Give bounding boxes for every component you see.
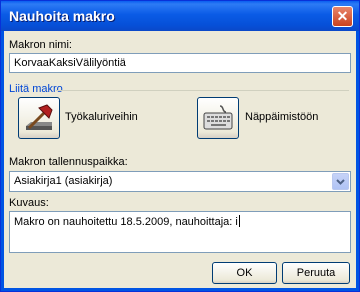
store-macro-value: Asiakirja1 (asiakirja) — [14, 175, 113, 187]
chevron-down-icon — [336, 179, 345, 185]
assign-keyboard-button[interactable] — [197, 97, 239, 139]
close-button[interactable]: ✕ — [332, 6, 353, 27]
description-text: Makro on nauhoitettu 18.5.2009, nauhoitt… — [14, 216, 238, 228]
assign-macro-group-title: Liitä makro — [9, 83, 63, 95]
store-macro-select[interactable]: Asiakirja1 (asiakirja) — [9, 171, 351, 192]
cancel-button[interactable]: Peruuta — [282, 262, 350, 284]
store-macro-label: Makron tallennuspaikka: — [9, 156, 128, 168]
close-icon: ✕ — [336, 8, 349, 24]
group-divider — [56, 90, 349, 91]
dialog-body: Makron nimi: KorvaaKaksiVälilyöntiä Liit… — [4, 31, 356, 288]
dialog-title: Nauhoita makro — [9, 8, 115, 24]
dropdown-button[interactable] — [332, 173, 349, 190]
description-label: Kuvaus: — [9, 197, 49, 209]
macro-name-input[interactable]: KorvaaKaksiVälilyöntiä — [9, 53, 351, 73]
title-bar[interactable]: Nauhoita makro ✕ — [1, 1, 359, 31]
record-macro-dialog: Nauhoita makro ✕ Makron nimi: KorvaaKaks… — [0, 0, 360, 292]
description-input[interactable]: Makro on nauhoitettu 18.5.2009, nauhoitt… — [9, 211, 351, 253]
text-caret — [238, 215, 240, 227]
assign-keyboard-label[interactable]: Näppäimistöön — [245, 111, 318, 123]
assign-toolbar-button[interactable] — [18, 97, 60, 139]
ok-button[interactable]: OK — [212, 262, 277, 284]
macro-name-label: Makron nimi: — [9, 39, 72, 51]
assign-toolbar-label[interactable]: Työkaluriveihin — [65, 111, 138, 123]
